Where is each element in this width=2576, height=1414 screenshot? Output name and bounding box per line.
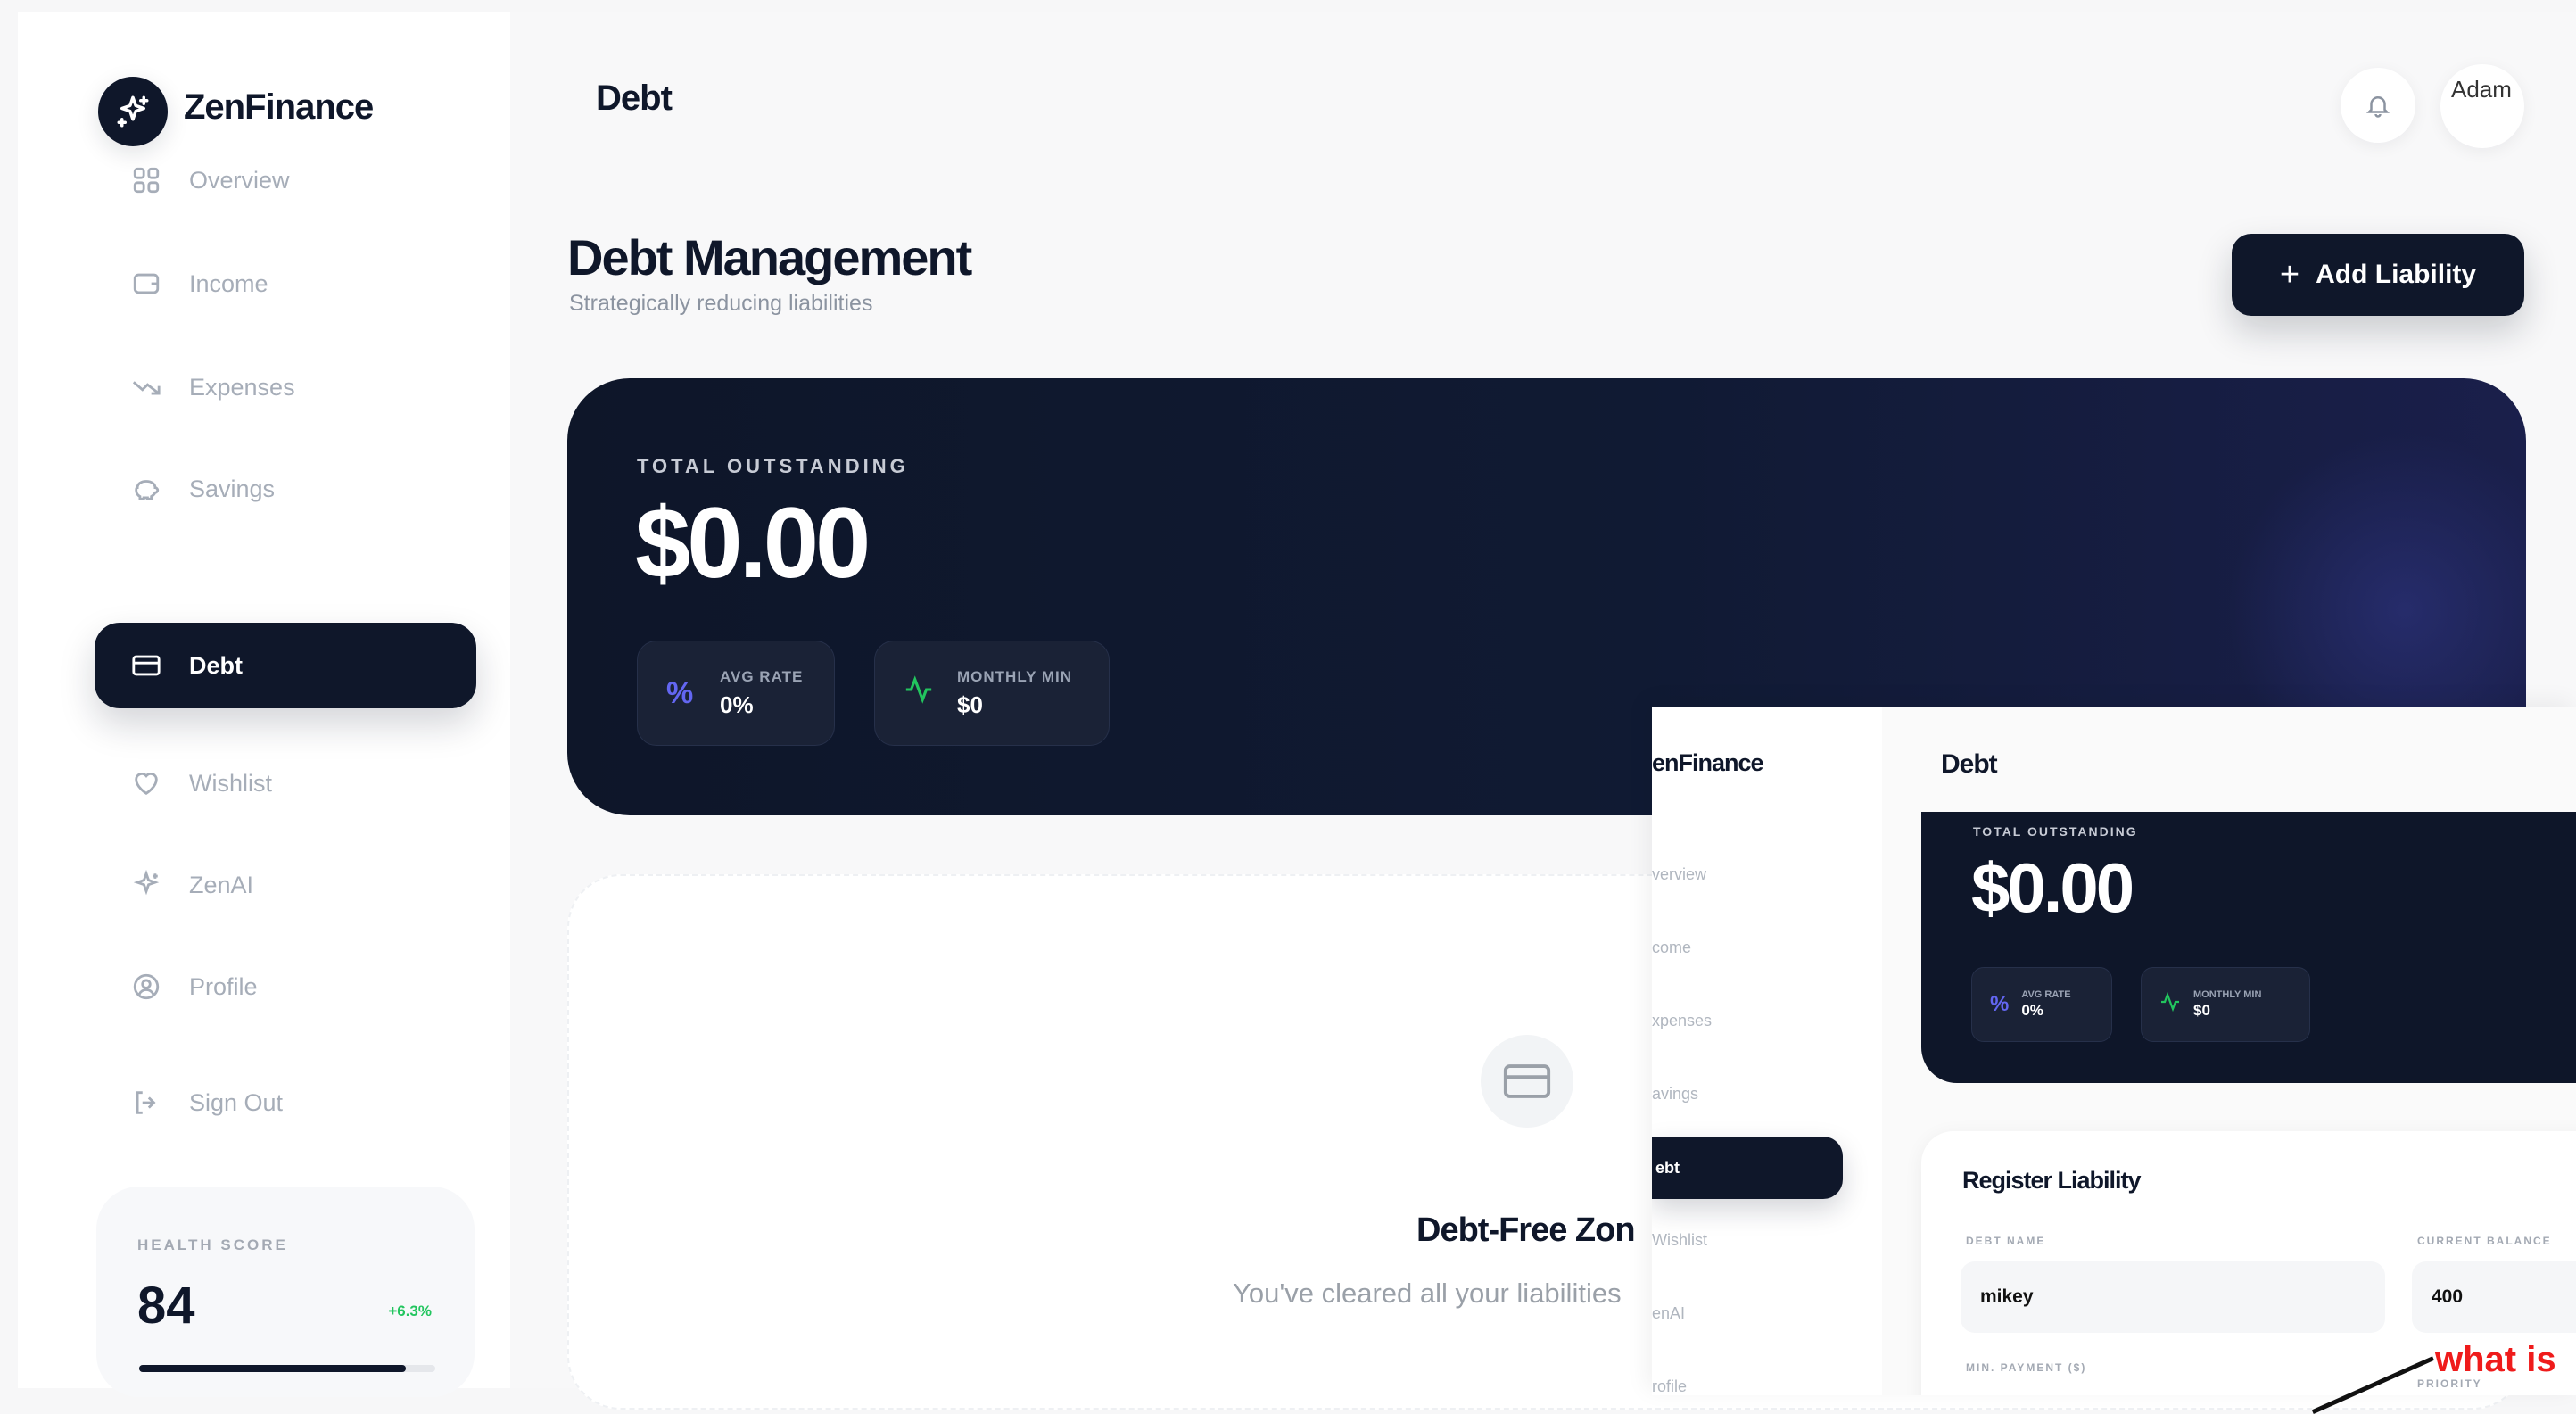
sparkles-icon bbox=[128, 867, 164, 903]
page-header-title: Debt bbox=[596, 79, 673, 118]
annotation-text: what is bbox=[2435, 1340, 2556, 1379]
grid-icon bbox=[128, 162, 164, 198]
page-title: Debt Management bbox=[567, 229, 972, 285]
percent-icon: % bbox=[666, 675, 694, 710]
inset-sidebar: enFinance verview come xpenses avings eb… bbox=[1652, 707, 1882, 1395]
total-outstanding-value: $0.00 bbox=[635, 487, 871, 599]
sidebar-item-overview[interactable]: Overview bbox=[95, 137, 476, 223]
user-circle-icon bbox=[128, 969, 164, 1005]
sidebar-item-signout[interactable]: Sign Out bbox=[95, 1060, 476, 1145]
inset-nav-item-active[interactable]: ebt bbox=[1652, 1137, 1843, 1199]
sidebar-item-label: Overview bbox=[189, 166, 290, 194]
sparkles-icon bbox=[117, 95, 149, 128]
inset-avg-rate-value: 0% bbox=[2021, 1002, 2043, 1019]
health-score-card: HEALTH SCORE 84 +6.3% bbox=[96, 1187, 475, 1397]
piggy-bank-icon bbox=[128, 471, 164, 507]
avatar-alt-text: Adam bbox=[2451, 76, 2512, 103]
trending-down-icon bbox=[128, 369, 164, 405]
sidebar-item-label: Profile bbox=[189, 972, 258, 1000]
notifications-button[interactable] bbox=[2341, 68, 2415, 143]
brand-name: ZenFinance bbox=[184, 87, 374, 127]
credit-card-icon bbox=[128, 648, 164, 683]
sidebar-item-label: Sign Out bbox=[189, 1088, 284, 1116]
monthly-min-label: MONTHLY MIN bbox=[957, 667, 1073, 685]
sidebar-item-savings[interactable]: Savings bbox=[95, 446, 476, 532]
sidebar: ZenFinance Overview Income Expenses Savi… bbox=[18, 12, 510, 1397]
sidebar-item-wishlist[interactable]: Wishlist bbox=[95, 740, 476, 826]
inset-nav-item[interactable]: xpenses bbox=[1652, 1012, 1712, 1030]
total-outstanding-label: TOTAL OUTSTANDING bbox=[637, 455, 909, 477]
sidebar-item-expenses[interactable]: Expenses bbox=[95, 344, 476, 430]
activity-icon bbox=[904, 674, 939, 713]
avg-rate-value: 0% bbox=[720, 690, 754, 718]
sidebar-item-zenai[interactable]: ZenAI bbox=[95, 842, 476, 928]
sidebar-item-label: Savings bbox=[189, 475, 276, 502]
inset-avg-rate-label: AVG RATE bbox=[2021, 989, 2071, 1000]
inset-monthly-min-stat: MONTHLY MIN $0 bbox=[2141, 967, 2310, 1042]
sidebar-item-label: Income bbox=[189, 269, 268, 297]
sidebar-item-label: Wishlist bbox=[189, 769, 272, 797]
monthly-min-stat: MONTHLY MIN $0 bbox=[874, 641, 1110, 746]
avatar[interactable]: Adam bbox=[2440, 64, 2524, 148]
inset-nav-item[interactable]: verview bbox=[1652, 865, 1706, 884]
heart-icon bbox=[128, 765, 164, 801]
health-score-delta: +6.3% bbox=[388, 1302, 432, 1319]
monthly-min-value: $0 bbox=[957, 690, 983, 718]
sidebar-item-label: ZenAI bbox=[189, 871, 254, 898]
inset-total-outstanding-card: TOTAL OUTSTANDING $0.00 % AVG RATE 0% MO… bbox=[1921, 812, 2576, 1083]
inset-nav-item[interactable]: enAI bbox=[1652, 1304, 1685, 1323]
inset-nav-item[interactable]: avings bbox=[1652, 1085, 1698, 1104]
credit-card-icon bbox=[1503, 1064, 1551, 1098]
wallet-icon bbox=[128, 266, 164, 302]
sidebar-item-income[interactable]: Income bbox=[95, 241, 476, 327]
add-liability-label: Add Liability bbox=[2316, 260, 2477, 289]
inset-page-header: Debt bbox=[1941, 749, 1998, 779]
sidebar-item-profile[interactable]: Profile bbox=[95, 944, 476, 1029]
inset-total-value: $0.00 bbox=[1971, 848, 2134, 927]
debt-name-label: DEBT NAME bbox=[1966, 1235, 2046, 1247]
current-balance-field[interactable]: 400 bbox=[2412, 1261, 2576, 1333]
sidebar-item-debt[interactable]: Debt bbox=[95, 623, 476, 708]
activity-icon bbox=[2159, 991, 2181, 1019]
inset-nav-item[interactable]: Wishlist bbox=[1652, 1231, 1707, 1250]
add-liability-button[interactable]: + Add Liability bbox=[2232, 234, 2524, 316]
health-progress-fill bbox=[139, 1365, 406, 1372]
sidebar-item-label: Expenses bbox=[189, 373, 295, 401]
logo[interactable] bbox=[98, 77, 168, 146]
inset-nav-item[interactable]: rofile bbox=[1652, 1377, 1687, 1395]
debt-name-field[interactable]: mikey bbox=[1961, 1261, 2385, 1333]
inset-nav-item[interactable]: come bbox=[1652, 939, 1691, 957]
inset-screenshot: enFinance verview come xpenses avings eb… bbox=[1652, 707, 2576, 1395]
health-score-value: 84 bbox=[137, 1277, 195, 1335]
form-title: Register Liability bbox=[1962, 1167, 2142, 1194]
inset-brand: enFinance bbox=[1652, 749, 1764, 776]
current-balance-label: CURRENT BALANCE bbox=[2417, 1235, 2552, 1247]
page-subtitle: Strategically reducing liabilities bbox=[569, 291, 873, 316]
empty-state-title: Debt-Free Zon bbox=[1416, 1211, 1636, 1249]
plus-icon: + bbox=[2279, 255, 2300, 294]
min-payment-label: MIN. PAYMENT ($) bbox=[1966, 1361, 2087, 1374]
inset-total-label: TOTAL OUTSTANDING bbox=[1973, 824, 2138, 839]
health-progress-track bbox=[139, 1365, 435, 1372]
empty-state-subtitle: You've cleared all your liabilities bbox=[1233, 1278, 1622, 1309]
inset-nav-label: ebt bbox=[1655, 1158, 1680, 1177]
log-out-icon bbox=[128, 1085, 164, 1120]
percent-icon: % bbox=[1990, 992, 2010, 1016]
empty-state-icon-wrap bbox=[1481, 1035, 1573, 1128]
avg-rate-label: AVG RATE bbox=[720, 667, 804, 685]
health-score-label: HEALTH SCORE bbox=[137, 1236, 288, 1253]
avg-rate-stat: % AVG RATE 0% bbox=[637, 641, 835, 746]
inset-avg-rate-stat: % AVG RATE 0% bbox=[1971, 967, 2112, 1042]
bell-icon bbox=[2365, 96, 2390, 118]
inset-monthly-min-value: $0 bbox=[2193, 1002, 2210, 1019]
inset-monthly-min-label: MONTHLY MIN bbox=[2193, 989, 2262, 1000]
sidebar-item-label: Debt bbox=[189, 651, 243, 679]
